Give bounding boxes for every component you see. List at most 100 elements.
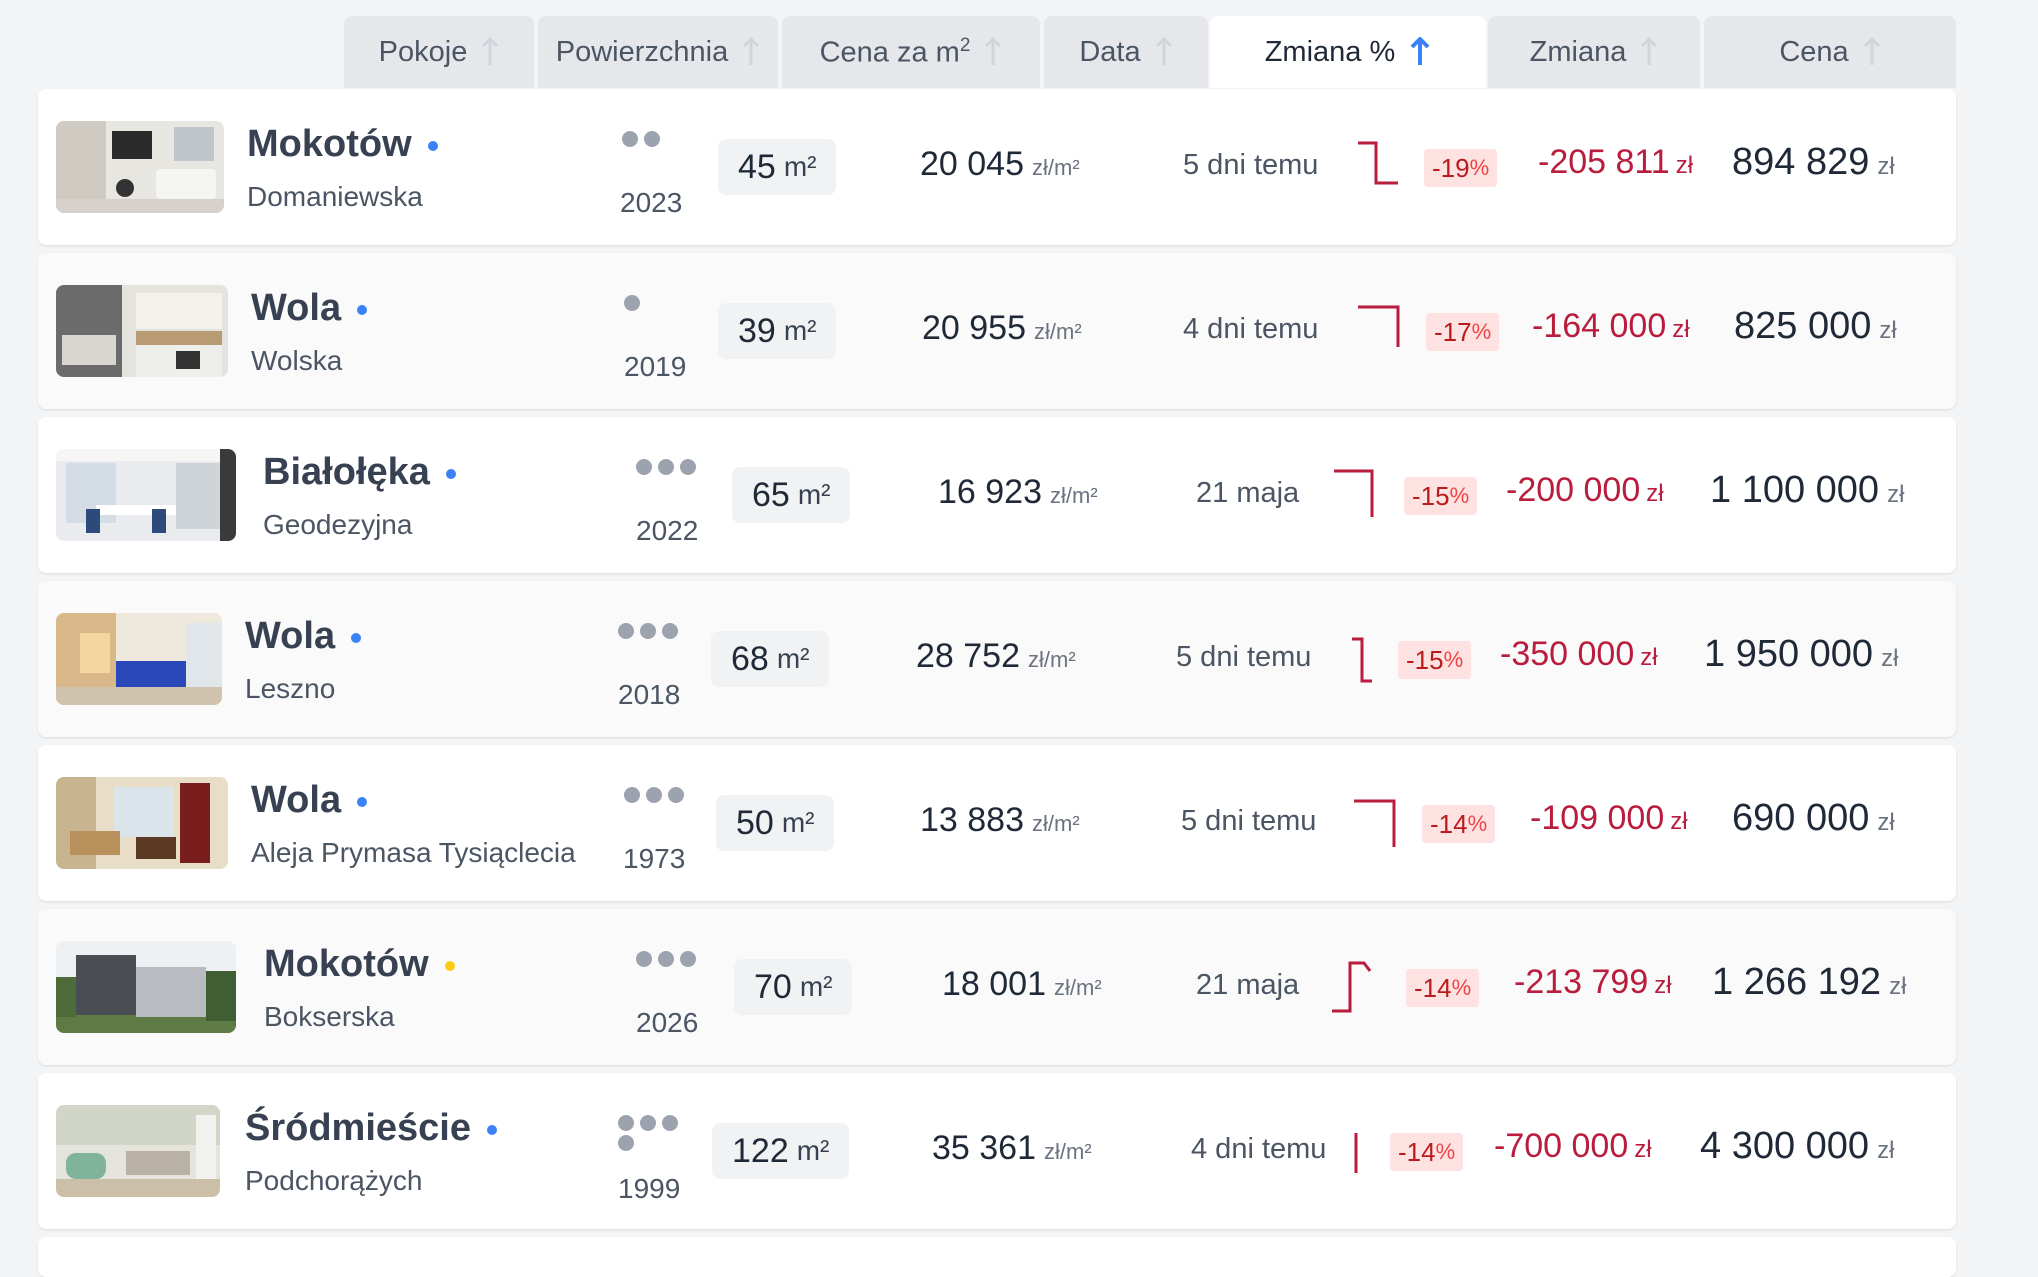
price: 1 266 192 zł bbox=[1712, 961, 1907, 1003]
price-per-m2: 35 361 zł/m² bbox=[932, 1129, 1092, 1167]
superscript: 2 bbox=[959, 34, 971, 56]
column-label: Cena za m2 bbox=[819, 34, 971, 69]
area-badge: 68 m² bbox=[711, 631, 830, 687]
price: 1 950 000 zł bbox=[1704, 633, 1899, 675]
status-dot bbox=[444, 960, 455, 971]
sort-arrow-icon[interactable] bbox=[742, 37, 760, 67]
listing-date: 5 dni temu bbox=[1176, 641, 1312, 673]
listing-photo[interactable] bbox=[56, 777, 228, 869]
status-dot bbox=[357, 796, 368, 807]
listing-date: 4 dni temu bbox=[1191, 1133, 1327, 1165]
street-name: Bokserska bbox=[264, 1001, 395, 1032]
change-percent-badge: -15% bbox=[1404, 477, 1478, 515]
column-header-zmiana-pct[interactable]: Zmiana % bbox=[1210, 16, 1486, 88]
change-percent-badge: -14% bbox=[1422, 805, 1496, 843]
price-change-sparkline bbox=[1350, 795, 1398, 851]
build-year: 2026 bbox=[636, 1007, 699, 1038]
build-year: 2023 bbox=[620, 187, 683, 218]
change-percent-badge: -17% bbox=[1426, 313, 1500, 351]
table-row[interactable]: Wola Wolska 2019 39 m² 20 955 zł/m² 4 dni … bbox=[38, 253, 1956, 409]
table-row[interactable]: Białołęka Geodezyjna 2022 65 m² 16 923 zł/… bbox=[38, 417, 1956, 573]
price-change-sparkline bbox=[1348, 1123, 1396, 1179]
column-header-cena-za-m2[interactable]: Cena za m2 bbox=[782, 16, 1040, 88]
area-badge: 65 m² bbox=[732, 467, 851, 523]
district-name: Mokotów bbox=[247, 123, 438, 166]
price-per-m2: 16 923 zł/m² bbox=[938, 473, 1098, 511]
street-name: Aleja Prymasa Tysiąclecia bbox=[251, 837, 576, 868]
column-label: Powierzchnia bbox=[555, 35, 729, 68]
street-name: Podchorążych bbox=[245, 1165, 423, 1196]
price-per-m2: 28 752 zł/m² bbox=[916, 637, 1076, 675]
change-percent-badge: -14% bbox=[1406, 969, 1480, 1007]
price: 690 000 zł bbox=[1732, 797, 1895, 839]
table-row[interactable]: Wola Leszno 2018 68 m² 28 752 zł/m² 5 dni … bbox=[38, 581, 1956, 737]
table-row[interactable]: Mokotów Domaniewska 2023 45 m² 20 045 zł/m… bbox=[38, 89, 1956, 245]
change-percent-badge: -19% bbox=[1424, 149, 1498, 187]
listing-date: 21 maja bbox=[1196, 477, 1300, 509]
price-change-sparkline bbox=[1328, 959, 1376, 1015]
column-header-zmiana[interactable]: Zmiana bbox=[1488, 16, 1700, 88]
rooms-indicator bbox=[624, 289, 694, 329]
price-change-sparkline bbox=[1354, 139, 1402, 195]
column-label: Zmiana bbox=[1529, 35, 1627, 68]
column-header-powierzchnia[interactable]: Powierzchnia bbox=[538, 16, 778, 88]
street-name: Wolska bbox=[251, 345, 343, 376]
column-header-cena[interactable]: Cena bbox=[1704, 16, 1956, 88]
status-dot bbox=[445, 468, 456, 479]
sort-arrow-icon[interactable] bbox=[1155, 37, 1173, 67]
build-year: 1973 bbox=[623, 843, 686, 874]
rooms-indicator bbox=[622, 125, 692, 165]
build-year: 2018 bbox=[618, 679, 681, 710]
build-year: 2019 bbox=[624, 351, 687, 382]
district-name: Mokotów bbox=[264, 943, 455, 986]
column-label: Pokoje bbox=[378, 35, 468, 68]
price-change-sparkline bbox=[1354, 303, 1402, 359]
table-row[interactable]: Mokotów Bokserska 2026 70 m² 18 001 zł/m² … bbox=[38, 909, 1956, 1065]
listing-date: 5 dni temu bbox=[1181, 805, 1317, 837]
district-name: Wola bbox=[251, 287, 368, 330]
listing-photo[interactable] bbox=[56, 1105, 220, 1197]
table-row[interactable]: Wola Aleja Prymasa Tysiąclecia 1973 50 m²… bbox=[38, 745, 1956, 901]
column-header-data[interactable]: Data bbox=[1044, 16, 1208, 88]
district-name: Białołęka bbox=[263, 451, 456, 494]
street-name: Geodezyjna bbox=[263, 509, 413, 540]
area-badge: 39 m² bbox=[718, 303, 837, 359]
listing-photo[interactable] bbox=[56, 449, 236, 541]
listing-date: 5 dni temu bbox=[1183, 149, 1319, 181]
status-dot bbox=[487, 1124, 497, 1135]
column-label: Data bbox=[1079, 35, 1141, 68]
price: 4 300 000 zł bbox=[1700, 1125, 1895, 1167]
table-header: Pokoje Powierzchnia Cena za m2 Data Zmia… bbox=[0, 16, 2038, 88]
district-name: Wola bbox=[251, 779, 368, 822]
sort-arrow-icon[interactable] bbox=[1409, 37, 1431, 67]
listing-photo[interactable] bbox=[56, 285, 228, 377]
price: 894 829 zł bbox=[1732, 141, 1895, 183]
rooms-indicator bbox=[618, 617, 688, 657]
price-change: -350 000 zł bbox=[1500, 635, 1658, 673]
status-dot bbox=[351, 632, 362, 643]
listing-photo[interactable] bbox=[56, 613, 222, 705]
price-change: -200 000 zł bbox=[1506, 471, 1664, 509]
rooms-indicator bbox=[624, 781, 694, 821]
listing-photo[interactable] bbox=[56, 121, 224, 213]
build-year: 1999 bbox=[618, 1173, 681, 1204]
column-header-pokoje[interactable]: Pokoje bbox=[344, 16, 534, 88]
district-name: Śródmieście bbox=[245, 1107, 497, 1150]
sort-arrow-icon[interactable] bbox=[1863, 37, 1881, 67]
table-row[interactable] bbox=[38, 1237, 1956, 1277]
build-year: 2022 bbox=[636, 515, 699, 546]
price-change: -700 000 zł bbox=[1494, 1127, 1652, 1165]
sort-arrow-icon[interactable] bbox=[984, 37, 1002, 67]
sort-arrow-icon[interactable] bbox=[1640, 37, 1658, 67]
table-row[interactable]: Śródmieście Podchorążych 1999 122 m² 35 3… bbox=[38, 1073, 1956, 1229]
area-badge: 122 m² bbox=[712, 1123, 850, 1179]
area-badge: 45 m² bbox=[718, 139, 837, 195]
listing-photo[interactable] bbox=[56, 941, 236, 1033]
street-name: Leszno bbox=[245, 673, 336, 704]
price: 1 100 000 zł bbox=[1710, 469, 1905, 511]
price-change: -109 000 zł bbox=[1530, 799, 1688, 837]
sort-arrow-icon[interactable] bbox=[481, 37, 499, 67]
street-name: Domaniewska bbox=[247, 181, 423, 212]
change-percent-badge: -14% bbox=[1390, 1133, 1464, 1171]
price-change: -205 811 zł bbox=[1538, 143, 1694, 181]
